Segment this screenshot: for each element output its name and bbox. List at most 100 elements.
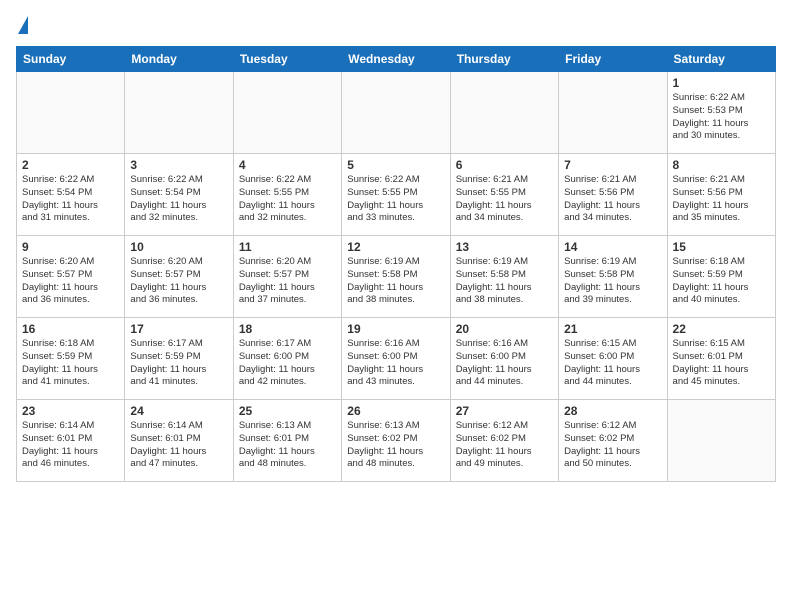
calendar-cell xyxy=(17,72,125,154)
day-number: 23 xyxy=(22,404,119,418)
day-info: Sunrise: 6:20 AM Sunset: 5:57 PM Dayligh… xyxy=(239,256,336,307)
column-header-tuesday: Tuesday xyxy=(233,47,341,72)
day-info: Sunrise: 6:19 AM Sunset: 5:58 PM Dayligh… xyxy=(347,256,444,307)
day-info: Sunrise: 6:12 AM Sunset: 6:02 PM Dayligh… xyxy=(564,420,661,471)
calendar-cell xyxy=(342,72,450,154)
day-info: Sunrise: 6:22 AM Sunset: 5:55 PM Dayligh… xyxy=(239,174,336,225)
day-number: 25 xyxy=(239,404,336,418)
calendar-table: SundayMondayTuesdayWednesdayThursdayFrid… xyxy=(16,46,776,482)
day-number: 24 xyxy=(130,404,227,418)
day-number: 3 xyxy=(130,158,227,172)
day-info: Sunrise: 6:15 AM Sunset: 6:01 PM Dayligh… xyxy=(673,338,770,389)
calendar-cell: 9 Sunrise: 6:20 AM Sunset: 5:57 PM Daylig… xyxy=(17,236,125,318)
calendar-week-row: 9 Sunrise: 6:20 AM Sunset: 5:57 PM Daylig… xyxy=(17,236,776,318)
day-info: Sunrise: 6:22 AM Sunset: 5:53 PM Dayligh… xyxy=(673,92,770,143)
day-info: Sunrise: 6:21 AM Sunset: 5:56 PM Dayligh… xyxy=(673,174,770,225)
calendar-cell xyxy=(559,72,667,154)
day-number: 26 xyxy=(347,404,444,418)
day-info: Sunrise: 6:13 AM Sunset: 6:02 PM Dayligh… xyxy=(347,420,444,471)
calendar-cell: 11 Sunrise: 6:20 AM Sunset: 5:57 PM Dayli… xyxy=(233,236,341,318)
calendar-cell xyxy=(450,72,558,154)
calendar-week-row: 16 Sunrise: 6:18 AM Sunset: 5:59 PM Dayli… xyxy=(17,318,776,400)
calendar-cell: 2 Sunrise: 6:22 AM Sunset: 5:54 PM Daylig… xyxy=(17,154,125,236)
day-number: 27 xyxy=(456,404,553,418)
day-number: 6 xyxy=(456,158,553,172)
day-number: 5 xyxy=(347,158,444,172)
logo xyxy=(16,16,28,34)
day-info: Sunrise: 6:22 AM Sunset: 5:54 PM Dayligh… xyxy=(130,174,227,225)
day-number: 18 xyxy=(239,322,336,336)
day-info: Sunrise: 6:18 AM Sunset: 5:59 PM Dayligh… xyxy=(673,256,770,307)
calendar-cell: 23 Sunrise: 6:14 AM Sunset: 6:01 PM Dayli… xyxy=(17,400,125,482)
day-info: Sunrise: 6:17 AM Sunset: 6:00 PM Dayligh… xyxy=(239,338,336,389)
day-info: Sunrise: 6:18 AM Sunset: 5:59 PM Dayligh… xyxy=(22,338,119,389)
calendar-week-row: 2 Sunrise: 6:22 AM Sunset: 5:54 PM Daylig… xyxy=(17,154,776,236)
day-info: Sunrise: 6:22 AM Sunset: 5:54 PM Dayligh… xyxy=(22,174,119,225)
day-number: 20 xyxy=(456,322,553,336)
column-header-monday: Monday xyxy=(125,47,233,72)
day-info: Sunrise: 6:20 AM Sunset: 5:57 PM Dayligh… xyxy=(130,256,227,307)
day-number: 9 xyxy=(22,240,119,254)
day-info: Sunrise: 6:21 AM Sunset: 5:55 PM Dayligh… xyxy=(456,174,553,225)
day-number: 12 xyxy=(347,240,444,254)
calendar-header-row: SundayMondayTuesdayWednesdayThursdayFrid… xyxy=(17,47,776,72)
column-header-saturday: Saturday xyxy=(667,47,775,72)
calendar-cell: 7 Sunrise: 6:21 AM Sunset: 5:56 PM Daylig… xyxy=(559,154,667,236)
day-number: 15 xyxy=(673,240,770,254)
calendar-cell: 25 Sunrise: 6:13 AM Sunset: 6:01 PM Dayli… xyxy=(233,400,341,482)
day-number: 2 xyxy=(22,158,119,172)
calendar-cell: 26 Sunrise: 6:13 AM Sunset: 6:02 PM Dayli… xyxy=(342,400,450,482)
calendar-cell xyxy=(667,400,775,482)
day-info: Sunrise: 6:19 AM Sunset: 5:58 PM Dayligh… xyxy=(456,256,553,307)
day-number: 7 xyxy=(564,158,661,172)
calendar-cell: 19 Sunrise: 6:16 AM Sunset: 6:00 PM Dayli… xyxy=(342,318,450,400)
day-number: 4 xyxy=(239,158,336,172)
calendar-week-row: 1 Sunrise: 6:22 AM Sunset: 5:53 PM Daylig… xyxy=(17,72,776,154)
calendar-cell: 15 Sunrise: 6:18 AM Sunset: 5:59 PM Dayli… xyxy=(667,236,775,318)
calendar-cell xyxy=(233,72,341,154)
calendar-cell: 13 Sunrise: 6:19 AM Sunset: 5:58 PM Dayli… xyxy=(450,236,558,318)
day-info: Sunrise: 6:13 AM Sunset: 6:01 PM Dayligh… xyxy=(239,420,336,471)
column-header-wednesday: Wednesday xyxy=(342,47,450,72)
day-info: Sunrise: 6:21 AM Sunset: 5:56 PM Dayligh… xyxy=(564,174,661,225)
calendar-cell: 28 Sunrise: 6:12 AM Sunset: 6:02 PM Dayli… xyxy=(559,400,667,482)
day-info: Sunrise: 6:19 AM Sunset: 5:58 PM Dayligh… xyxy=(564,256,661,307)
calendar-cell: 22 Sunrise: 6:15 AM Sunset: 6:01 PM Dayli… xyxy=(667,318,775,400)
day-number: 13 xyxy=(456,240,553,254)
day-info: Sunrise: 6:14 AM Sunset: 6:01 PM Dayligh… xyxy=(22,420,119,471)
day-info: Sunrise: 6:16 AM Sunset: 6:00 PM Dayligh… xyxy=(456,338,553,389)
column-header-sunday: Sunday xyxy=(17,47,125,72)
calendar-cell xyxy=(125,72,233,154)
day-info: Sunrise: 6:17 AM Sunset: 5:59 PM Dayligh… xyxy=(130,338,227,389)
calendar-cell: 8 Sunrise: 6:21 AM Sunset: 5:56 PM Daylig… xyxy=(667,154,775,236)
day-info: Sunrise: 6:20 AM Sunset: 5:57 PM Dayligh… xyxy=(22,256,119,307)
page-header xyxy=(16,16,776,34)
day-number: 19 xyxy=(347,322,444,336)
logo-icon xyxy=(18,16,28,34)
column-header-thursday: Thursday xyxy=(450,47,558,72)
calendar-cell: 24 Sunrise: 6:14 AM Sunset: 6:01 PM Dayli… xyxy=(125,400,233,482)
day-number: 16 xyxy=(22,322,119,336)
calendar-cell: 10Sunrise: 6:20 AM Sunset: 5:57 PM Dayli… xyxy=(125,236,233,318)
calendar-cell: 12 Sunrise: 6:19 AM Sunset: 5:58 PM Dayli… xyxy=(342,236,450,318)
calendar-cell: 5 Sunrise: 6:22 AM Sunset: 5:55 PM Daylig… xyxy=(342,154,450,236)
day-number: 22 xyxy=(673,322,770,336)
calendar-cell: 3 Sunrise: 6:22 AM Sunset: 5:54 PM Daylig… xyxy=(125,154,233,236)
day-info: Sunrise: 6:14 AM Sunset: 6:01 PM Dayligh… xyxy=(130,420,227,471)
calendar-cell: 16 Sunrise: 6:18 AM Sunset: 5:59 PM Dayli… xyxy=(17,318,125,400)
day-info: Sunrise: 6:15 AM Sunset: 6:00 PM Dayligh… xyxy=(564,338,661,389)
day-number: 1 xyxy=(673,76,770,90)
day-info: Sunrise: 6:16 AM Sunset: 6:00 PM Dayligh… xyxy=(347,338,444,389)
day-number: 28 xyxy=(564,404,661,418)
day-number: 8 xyxy=(673,158,770,172)
calendar-cell: 6 Sunrise: 6:21 AM Sunset: 5:55 PM Daylig… xyxy=(450,154,558,236)
day-number: 21 xyxy=(564,322,661,336)
calendar-cell: 4 Sunrise: 6:22 AM Sunset: 5:55 PM Daylig… xyxy=(233,154,341,236)
day-number: 14 xyxy=(564,240,661,254)
day-info: Sunrise: 6:22 AM Sunset: 5:55 PM Dayligh… xyxy=(347,174,444,225)
calendar-cell: 18 Sunrise: 6:17 AM Sunset: 6:00 PM Dayli… xyxy=(233,318,341,400)
calendar-cell: 21 Sunrise: 6:15 AM Sunset: 6:00 PM Dayli… xyxy=(559,318,667,400)
column-header-friday: Friday xyxy=(559,47,667,72)
day-number: 11 xyxy=(239,240,336,254)
calendar-cell: 1 Sunrise: 6:22 AM Sunset: 5:53 PM Daylig… xyxy=(667,72,775,154)
